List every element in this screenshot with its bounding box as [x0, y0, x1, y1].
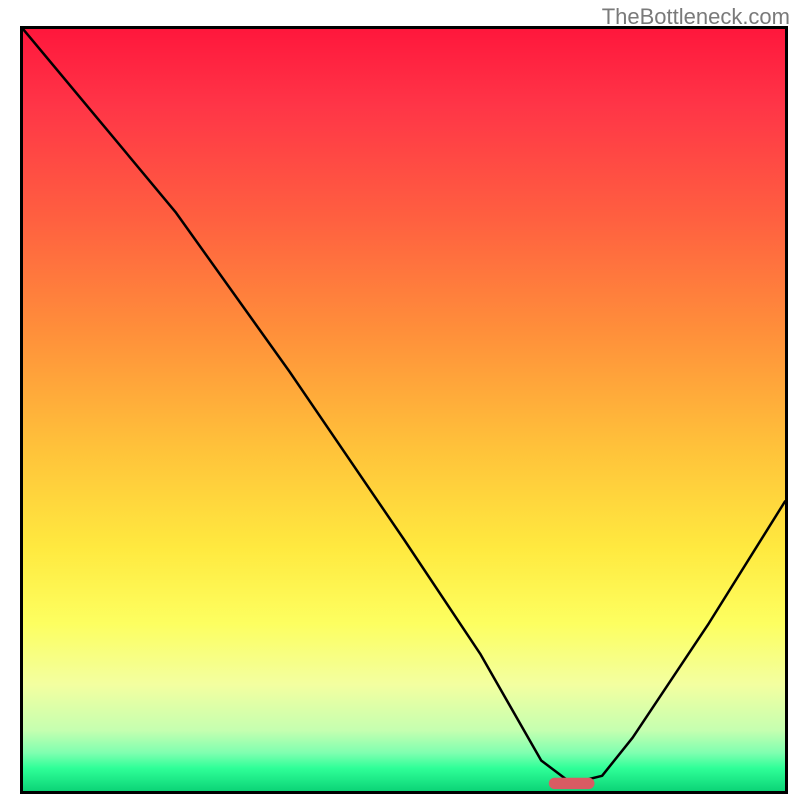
- minimum-marker: [549, 778, 595, 789]
- bottleneck-curve: [23, 29, 785, 783]
- chart-root: TheBottleneck.com: [0, 0, 800, 800]
- plot-frame: [20, 26, 788, 794]
- plot-svg: [23, 29, 785, 791]
